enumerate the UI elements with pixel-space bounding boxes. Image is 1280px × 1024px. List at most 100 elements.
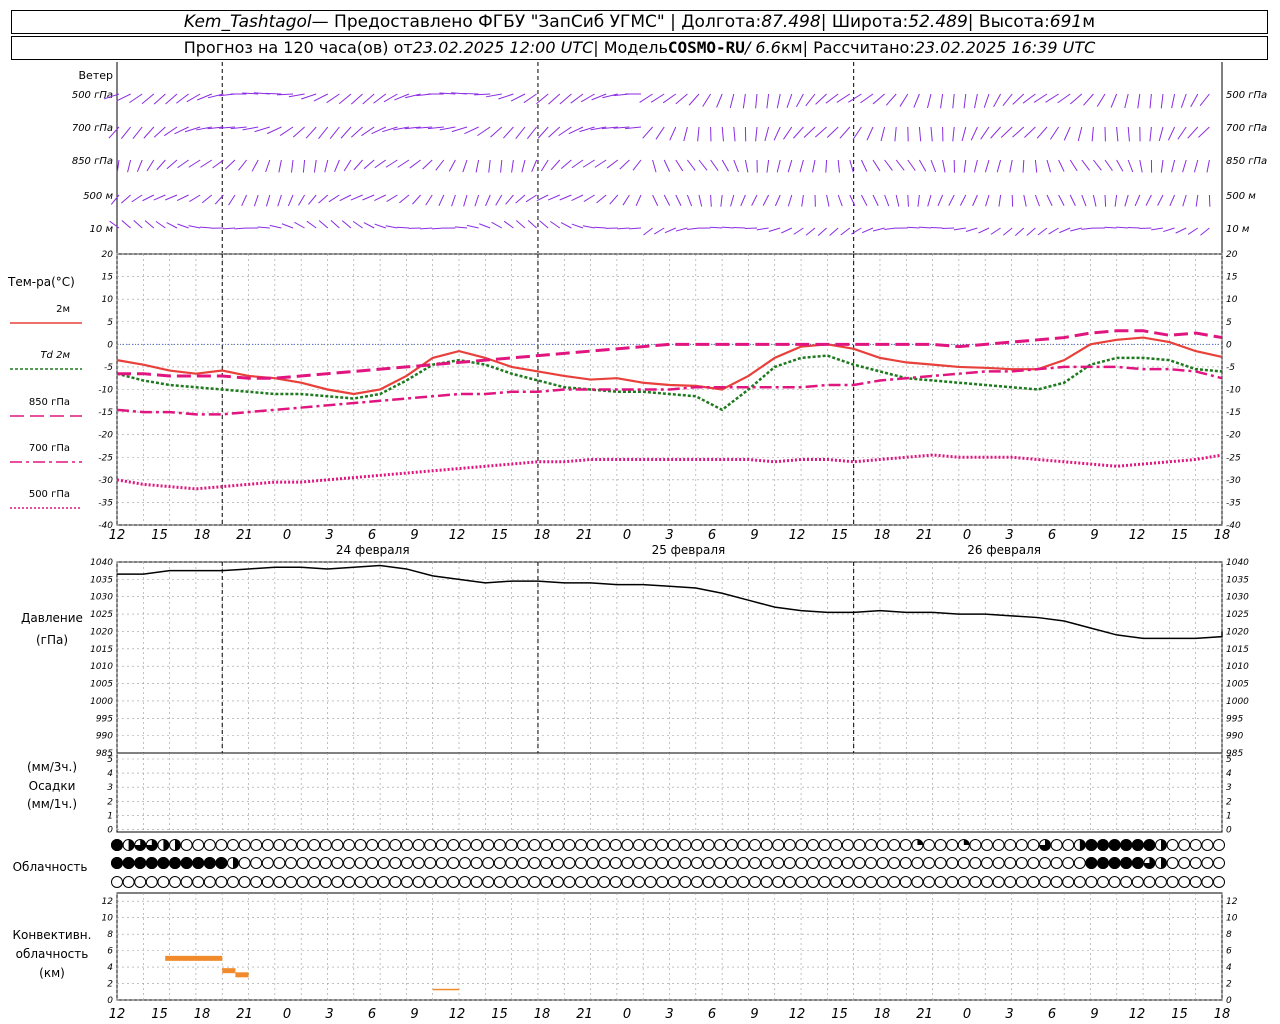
hour-label-mid: 6 <box>368 528 376 543</box>
wind-barb <box>1002 93 1013 107</box>
temp-tick-label-left: -20 <box>98 431 113 441</box>
wind-barb <box>188 159 201 168</box>
precip-tick-label-left: 0 <box>107 826 113 836</box>
wind-barb <box>751 194 758 206</box>
wind-barb <box>1037 227 1048 236</box>
precip-tick-label-left: 4 <box>107 769 113 779</box>
cloud-symbol <box>215 839 228 851</box>
cloud-symbol-full <box>111 857 123 869</box>
cloud-symbol <box>899 839 912 851</box>
wind-barb <box>1096 93 1106 107</box>
wind-barb <box>885 93 897 106</box>
wind-barb <box>1048 227 1059 235</box>
cloud-symbol <box>366 839 379 851</box>
wind-barb <box>547 194 560 201</box>
wind-barb <box>234 227 247 230</box>
wind-barb <box>120 126 131 140</box>
wind-barb <box>952 126 955 142</box>
wind-barb <box>812 159 816 173</box>
cloud-symbol <box>934 876 947 888</box>
wind-barb <box>318 126 329 140</box>
wind-barb <box>983 93 990 108</box>
cloud-symbol <box>1201 857 1214 869</box>
wind-barb <box>1171 93 1176 109</box>
cloud-symbol <box>946 876 959 888</box>
cloud-symbol <box>192 839 205 851</box>
wind-barb <box>212 159 224 169</box>
hour-label-mid: 12 <box>1129 528 1146 543</box>
wind-barb <box>515 194 526 204</box>
wind-barb <box>189 194 201 202</box>
wind-barb <box>1022 93 1036 104</box>
hour-label-mid: 3 <box>325 528 333 543</box>
cloud-symbol <box>401 857 413 869</box>
wind-barb <box>510 93 526 102</box>
cloud-symbol <box>447 839 460 851</box>
wind-barb <box>1158 126 1164 142</box>
cloud-symbol <box>180 839 193 851</box>
wind-barb <box>1198 126 1210 138</box>
cloud-symbol <box>783 857 796 869</box>
cloud-symbol <box>435 839 448 851</box>
hour-label-mid: 21 <box>576 528 593 543</box>
cloud-symbol <box>1027 857 1040 869</box>
wind-barb <box>1187 126 1199 139</box>
wind-barb <box>1110 93 1118 108</box>
wind-barb <box>200 159 213 168</box>
temp-tick-label-right: -30 <box>1226 476 1241 486</box>
cloud-symbol <box>830 839 843 851</box>
hour-label-bottom: 0 <box>283 1007 291 1022</box>
cloud-symbol-full <box>1120 857 1133 869</box>
wind-level-label-right: 850 гПа <box>1226 156 1267 167</box>
wind-barb <box>742 93 746 109</box>
hour-label-bottom: 18 <box>1214 1007 1231 1022</box>
wind-barb <box>783 126 793 140</box>
cloud-symbol-part <box>175 839 181 851</box>
wind-barb <box>839 126 851 139</box>
temp-tick-label-right: 20 <box>1226 250 1238 260</box>
wind-barb <box>279 126 294 136</box>
wind-level-label-left: 850 гПа <box>72 156 113 167</box>
wind-barb <box>894 126 897 142</box>
cloud-symbol <box>470 876 483 888</box>
cloud-symbol <box>923 839 935 851</box>
temp-panel-title: Тем-ра(°C) <box>7 275 75 289</box>
wind-barb <box>1182 194 1187 207</box>
cloud-symbol <box>1120 876 1133 888</box>
cloud-symbol <box>656 876 669 888</box>
cloud-symbol-full <box>203 857 216 869</box>
cloud-symbol <box>401 839 413 851</box>
hour-label-mid: 0 <box>283 528 291 543</box>
wind-barb <box>559 194 572 201</box>
wind-level-label-left: 500 гПа <box>72 90 113 101</box>
precip-tick-label-right: 0 <box>1226 826 1232 836</box>
wind-barb <box>490 126 503 138</box>
cloud-symbol <box>679 876 692 888</box>
wind-barb <box>1012 126 1025 138</box>
cloud-symbol <box>1213 876 1225 888</box>
wind-barb <box>643 227 653 236</box>
wind-barb <box>907 194 909 207</box>
wind-barb <box>558 126 572 137</box>
precip-tick-label-right: 3 <box>1226 783 1232 793</box>
wind-barb <box>238 159 247 171</box>
wind-barb <box>1036 126 1048 139</box>
wind-panel-title: Ветер <box>79 69 113 82</box>
hour-label-bottom: 6 <box>1048 1007 1056 1022</box>
cloud-symbol <box>331 857 344 869</box>
wind-barb <box>301 93 317 100</box>
wind-barb <box>373 93 387 104</box>
wind-barb <box>1081 159 1091 171</box>
wind-barb <box>817 227 827 236</box>
cloud-symbol <box>1015 857 1028 869</box>
wind-barb <box>224 159 236 170</box>
conv-tick-label-left: 8 <box>107 930 113 940</box>
cloud-symbol <box>563 876 576 888</box>
wind-barb <box>1070 227 1082 232</box>
cloud-symbol <box>354 839 367 851</box>
cloud-symbol <box>482 876 495 888</box>
cloud-symbol <box>238 876 251 888</box>
cloud-symbol-part <box>1161 839 1167 851</box>
cloud-symbol <box>888 857 901 869</box>
cloud-symbol <box>911 857 924 869</box>
